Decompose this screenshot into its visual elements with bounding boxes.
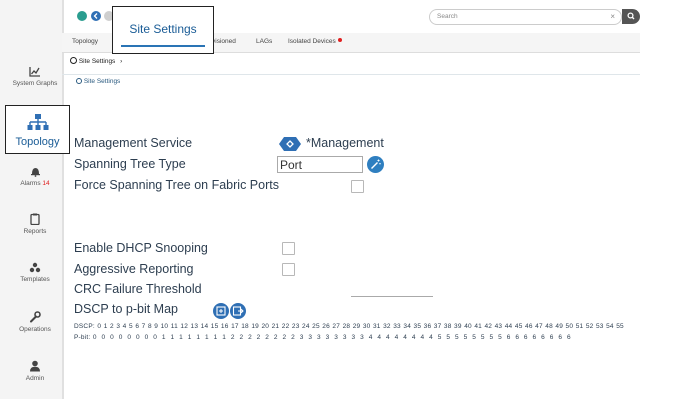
dscp-row: DSCP: 0 1 2 3 4 5 6 7 8 9 10 11 12 13 14…: [74, 323, 624, 330]
force-stp-checkbox[interactable]: [351, 180, 364, 193]
breadcrumb-item[interactable]: Site Settings: [79, 58, 116, 65]
search-button[interactable]: [622, 9, 640, 24]
sidebar-item-alarms[interactable]: Alarms 14: [0, 166, 70, 187]
aggressive-reporting-checkbox[interactable]: [282, 263, 295, 276]
sidebar-item-label: Topology: [15, 136, 60, 148]
sidebar-item-label: Reports: [23, 228, 47, 235]
sidebar-item-label: Admin: [25, 375, 45, 382]
management-service-value[interactable]: *Management: [306, 136, 384, 150]
sidebar-item-label: System Graphs: [12, 80, 58, 87]
alert-dot: [337, 38, 342, 42]
import-map-button[interactable]: [213, 303, 229, 319]
wrench-icon: [30, 311, 41, 323]
divider: [62, 74, 640, 75]
sidebar-item-operations[interactable]: Operations: [0, 311, 70, 333]
sidebar-item-label: Operations: [19, 326, 51, 333]
magic-wand-button[interactable]: [367, 156, 384, 173]
spanning-tree-type-label: Spanning Tree Type: [74, 157, 186, 171]
tab-label: Site Settings: [129, 22, 197, 36]
export-map-button[interactable]: [230, 303, 246, 319]
clipboard-icon: [30, 213, 40, 225]
tab-topology[interactable]: Topology: [72, 38, 98, 45]
search-icon: [627, 12, 635, 20]
tab-label: Isolated Devices: [288, 38, 336, 45]
alarm-count-badge: 14: [42, 180, 50, 187]
sidebar-item-reports[interactable]: Reports: [0, 213, 70, 235]
user-icon: [30, 360, 40, 372]
pbit-row-label: P-bit:: [74, 334, 91, 341]
import-icon: [216, 306, 226, 316]
spanning-tree-type-field[interactable]: Port: [277, 156, 363, 173]
section-title: Site Settings: [76, 78, 120, 85]
crc-threshold-label: CRC Failure Threshold: [74, 282, 202, 296]
sidebar-item-label: Templates: [20, 276, 50, 283]
aggressive-reporting-label: Aggressive Reporting: [74, 262, 194, 276]
topology-icon: [27, 114, 48, 130]
back-icon[interactable]: [91, 11, 101, 21]
sidebar-item-system-graphs[interactable]: System Graphs: [0, 66, 70, 87]
line-chart-icon: [29, 67, 40, 77]
export-icon: [232, 306, 244, 316]
sidebar-item-admin[interactable]: Admin: [0, 360, 70, 382]
active-tab-indicator: [121, 45, 205, 47]
sidebar-item-label: Alarms: [20, 180, 41, 187]
dhcp-snooping-checkbox[interactable]: [282, 242, 295, 255]
management-service-label: Management Service: [74, 136, 193, 150]
dscp-values: 0 1 2 3 4 5 6 7 8 9 10 11 12 13 14 15 16…: [97, 323, 624, 330]
gear-icon: [76, 78, 82, 84]
force-stp-label: Force Spanning Tree on Fabric Ports: [74, 178, 279, 192]
sidebar-item-templates[interactable]: Templates: [0, 262, 70, 283]
clear-search-icon[interactable]: ×: [610, 12, 615, 21]
sidebar-item-topology[interactable]: Topology: [5, 105, 70, 154]
pbit-values: 0 0 0 0 0 0 0 0 1 1 1 1 1 1 1 1 2 2 2 2 …: [92, 334, 573, 341]
crc-threshold-input[interactable]: [351, 296, 433, 297]
search-input[interactable]: Search ×: [429, 9, 622, 25]
pbit-row: P-bit: 0 0 0 0 0 0 0 0 1 1 1 1 1 1 1 1 2…: [74, 334, 572, 341]
breadcrumb: Site Settings ›: [70, 57, 122, 65]
dhcp-snooping-label: Enable DHCP Snooping: [74, 241, 208, 255]
dscp-row-label: DSCP:: [74, 323, 95, 330]
section-title-text: Site Settings: [83, 78, 121, 85]
home-icon[interactable]: [77, 11, 87, 21]
tab-isolated-devices[interactable]: Isolated Devices: [288, 38, 342, 45]
sidebar: System Graphs Alarms 14 Reports Template…: [0, 0, 64, 399]
tab-provisioned[interactable]: visioned: [212, 38, 236, 45]
bell-icon: [30, 168, 40, 177]
magic-wand-icon: [371, 159, 381, 169]
dscp-map-label: DSCP to p-bit Map: [74, 302, 178, 316]
templates-icon: [29, 262, 41, 273]
breadcrumb-separator: ›: [120, 58, 123, 65]
management-service-icon[interactable]: [279, 137, 301, 151]
search-placeholder: Search: [437, 13, 458, 20]
tab-lags[interactable]: LAGs: [256, 38, 272, 45]
tab-site-settings[interactable]: Site Settings: [112, 6, 214, 54]
gear-icon: [70, 57, 77, 64]
